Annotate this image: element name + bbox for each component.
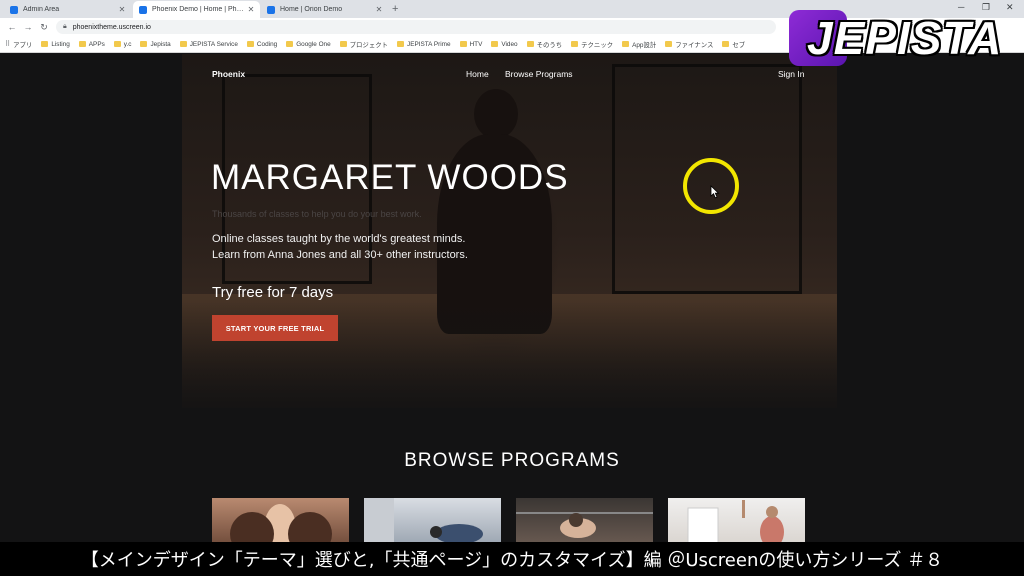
hero-title: MARGARET WOODS [211,158,569,197]
bookmark-item[interactable]: ファイナンス [665,40,713,49]
folder-icon [459,41,467,47]
folder-icon [286,41,294,47]
folder-icon [246,41,254,47]
start-free-trial-button[interactable]: START YOUR FREE TRIAL [212,315,338,341]
browser-tab-active[interactable]: Phoenix Demo | Home | Phoenix ✕ [133,1,260,18]
folder-icon [571,41,579,47]
tab-label: Admin Area [23,6,60,13]
screen: Admin Area ✕ Phoenix Demo | Home | Phoen… [0,0,1024,576]
bookmark-item[interactable]: JEPISTA Prime [397,41,451,48]
folder-icon [339,41,347,47]
yoga-pose-image [687,500,784,546]
bookmark-label: Video [501,40,518,48]
hero-description-line: Online classes taught by the world's gre… [212,233,466,245]
close-icon[interactable]: ✕ [374,5,384,14]
bookmark-item[interactable]: Coding [246,40,278,48]
mouse-pointer-icon [710,185,720,199]
lock-icon: 🔒︎ [63,23,67,30]
bookmark-label: App設計 [632,41,657,49]
bookmark-item[interactable]: Listing [41,40,70,48]
bookmark-item[interactable]: セブ [722,40,745,49]
yoga-praying-hands-image [230,504,332,546]
folder-icon [526,41,534,47]
folder-icon [140,41,148,47]
address-bar[interactable]: 🔒︎ phoenixtheme.uscreen.io [56,20,776,34]
reload-icon[interactable]: ↻ [36,22,52,33]
nav-browse-programs-link[interactable]: Browse Programs [505,69,573,79]
caption-text: 【メインデザイン「テーマ」選びと,「共通ページ」のカスタマイズ】編 ＠Uscre… [80,550,944,571]
bookmark-item[interactable]: y.c [113,40,132,48]
logo-text: JEPISTA [807,12,1003,64]
bookmark-label: Listing [51,40,70,48]
url-text: phoenixtheme.uscreen.io [72,23,151,31]
ballet-barre-image [516,512,653,538]
jepista-logo: JEPISTA [789,8,1009,68]
bookmark-label: Coding [256,40,278,48]
stretching-person-image [364,498,483,546]
bookmark-label: HTV [469,40,483,48]
browser-tab[interactable]: Home | Orion Demo ✕ [261,1,388,18]
apps-grid-icon: ⠿ [5,41,11,48]
bookmark-label: APPs [88,40,105,48]
bookmark-item[interactable]: JEPISTA Service [179,40,238,48]
bookmark-item[interactable]: HTV [459,40,483,48]
forward-arrow-icon[interactable]: → [20,22,36,32]
bookmark-label: テクニック [581,41,614,49]
bookmark-item[interactable]: テクニック [571,40,613,49]
sign-in-link[interactable]: Sign In [778,69,804,79]
video-caption-bar: 【メインデザイン「テーマ」選びと,「共通ページ」のカスタマイズ】編 ＠Uscre… [0,542,1024,576]
folder-icon [41,41,49,47]
tab-favicon-icon [139,5,147,14]
folder-icon [722,41,730,47]
tab-favicon-icon [10,5,18,14]
browse-programs-heading: BROWSE PROGRAMS [404,450,620,471]
hero-tagline: Thousands of classes to help you do your… [212,209,422,219]
nav-home-link[interactable]: Home [466,69,489,79]
bookmark-item[interactable]: Video [491,40,518,48]
program-card-thumbnail[interactable] [516,498,653,546]
web-page: Phoenix Home Browse Programs Sign In MAR… [0,54,1024,576]
bookmark-label: ファイナンス [675,41,714,49]
program-card-thumbnail[interactable] [668,498,805,546]
trial-heading: Try free for 7 days [212,284,334,301]
bookmark-label: JEPISTA Prime [407,40,451,48]
bookmark-apps[interactable]: ⠿ アプリ [5,40,32,49]
bookmark-label: プロジェクト [349,41,388,49]
hero-fade [182,54,837,408]
folder-icon [78,41,86,47]
bookmark-label: そのうち [536,41,563,49]
bookmark-label: Google One [296,40,331,48]
close-icon[interactable]: ✕ [246,5,256,14]
bookmark-item[interactable]: Google One [286,40,331,48]
bookmark-item[interactable]: Jepista [140,40,171,48]
folder-icon [622,41,630,47]
bookmark-label: y.c [123,40,132,48]
folder-icon [179,41,187,47]
close-icon[interactable]: ✕ [117,5,127,14]
program-card-thumbnail[interactable] [364,498,501,546]
site-logo[interactable]: Phoenix [212,69,245,79]
program-card-thumbnail[interactable] [212,498,349,546]
bookmark-item[interactable]: APPs [78,40,105,48]
new-tab-button[interactable]: + [392,2,398,16]
folder-icon [113,41,121,47]
bookmark-item[interactable]: プロジェクト [339,40,388,49]
browser-tab[interactable]: Admin Area ✕ [4,1,131,18]
folder-icon [665,41,673,47]
bookmark-item[interactable]: そのうち [526,40,563,49]
hero-background-image [182,54,837,408]
bookmark-label: JEPISTA Service [189,40,238,48]
back-arrow-icon[interactable]: ← [4,22,20,32]
tab-label: Home | Orion Demo [280,6,343,13]
bookmark-label: Jepista [150,40,171,48]
folder-icon [397,41,404,47]
hero-description-line: Learn from Anna Jones and all 30+ other … [212,249,468,261]
tab-favicon-icon [267,5,275,14]
tab-label: Phoenix Demo | Home | Phoenix [152,6,246,13]
bookmark-label: セブ [732,41,746,49]
folder-icon [491,41,499,47]
bookmark-label: アプリ [13,41,33,49]
bookmark-item[interactable]: App設計 [622,40,656,49]
